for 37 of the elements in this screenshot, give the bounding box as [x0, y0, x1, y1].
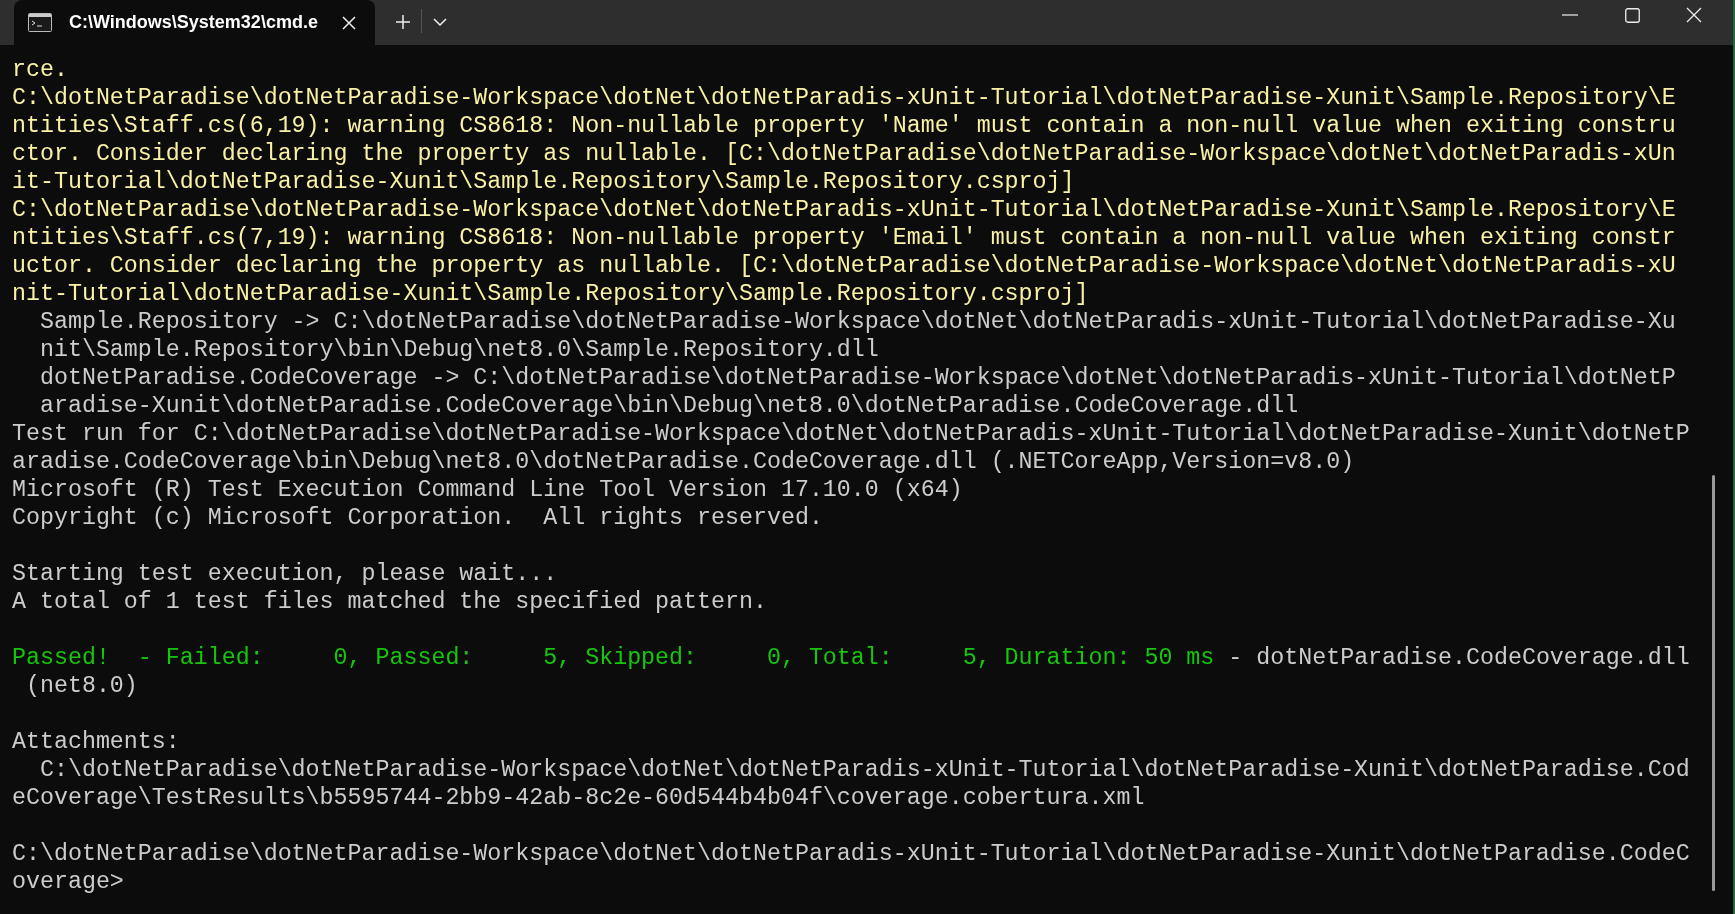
- console-text: aradise.CodeCoverage\bin\Debug\net8.0\dotNetParadise.CodeCoverage.dll (.NETCoreApp,Version=v8.0): [12, 449, 1355, 475]
- tab-title: C:\Windows\System32\cmd.e: [69, 11, 318, 34]
- console-text: dotNetParadise.CodeCoverage -> C:\dotNetParadise\dotNetParadise-Workspace\dotNet\dotNetParadis-xUnit-Tutorial\dotNetP: [38, 365, 1676, 391]
- warning-text: ntities\Staff.cs(6,19): warning CS8618: Non-nullable property 'Name' must contain a non-null value when exiting constru: [12, 113, 1676, 139]
- console-text: C:\dotNetParadise\dotNetParadise-Workspace\dotNet\dotNetParadis-xUnit-Tutorial\dotNetParadise-Xunit\dotNetParadise.CodeC: [12, 841, 1690, 867]
- warning-text: ntities\Staff.cs(7,19): warning CS8618: Non-nullable property 'Email' must contain a non-null value when exiting constr: [12, 225, 1676, 251]
- console-text: A total of 1 test files matched the specified pattern.: [12, 589, 767, 615]
- console-text: C:\dotNetParadise\dotNetParadise-Workspace\dotNet\dotNetParadis-xUnit-Tutorial\dotNetParadise-Xunit\dotNetParadise.Cod: [38, 757, 1690, 783]
- warning-text: C:\dotNetParadise\dotNetParadise-Workspace\dotNet\dotNetParadis-xUnit-Tutorial\dotNetParadise-Xunit\Sample.Repository\E: [12, 85, 1676, 111]
- warning-text: ctor. Consider declaring the property as nullable. [C:\dotNetParadise\dotNetParadise-Workspace\dotNet\dotNetParadis-xUn: [12, 141, 1676, 167]
- close-icon: [342, 15, 356, 30]
- warning-text: C:\dotNetParadise\dotNetParadise-Workspace\dotNet\dotNetParadis-xUnit-Tutorial\dotNetParadise-Xunit\Sample.Repository\E: [12, 197, 1676, 223]
- console-text: Test run for C:\dotNetParadise\dotNetParadise-Workspace\dotNet\dotNetParadis-xUnit-Tutorial\dotNetParadise-Xunit\dotNetP: [12, 421, 1690, 447]
- console-text: aradise-Xunit\dotNetParadise.CodeCoverage\bin\Debug\net8.0\dotNetParadise.CodeCoverage.dll: [38, 393, 1299, 419]
- console-text: Starting test execution, please wait...: [12, 561, 558, 587]
- console-text: (net8.0): [24, 673, 138, 699]
- minimize-icon: [1562, 14, 1578, 16]
- test-result-text: Passed! - Failed: 0, Passed: 5, Skipped: 0, Total: 5, Duration: 50 ms: [12, 645, 1215, 671]
- terminal-tab[interactable]: C:\Windows\System32\cmd.e: [14, 0, 375, 45]
- maximize-icon: [1624, 7, 1640, 23]
- warning-text: it-Tutorial\dotNetParadise-Xunit\Sample.Repository\Sample.Repository.csproj]: [12, 169, 1075, 195]
- console-text: Microsoft (R) Test Execution Command Line Tool Version 17.10.0 (x64): [12, 477, 963, 503]
- warning-text: rce.: [12, 57, 68, 83]
- warning-text: uctor. Consider declaring the property as nullable. [C:\dotNetParadise\dotNetParadise-Workspace\dotNet\dotNetParadis-xU: [12, 253, 1676, 279]
- console-text: Attachments:: [12, 729, 180, 755]
- warning-text: nit-Tutorial\dotNetParadise-Xunit\Sample.Repository\Sample.Repository.csproj]: [12, 281, 1089, 307]
- terminal-icon: [28, 13, 52, 32]
- console-text: - dotNetParadise.CodeCoverage.dll: [1227, 645, 1690, 671]
- plus-icon: [395, 14, 411, 30]
- close-icon: [1686, 7, 1702, 23]
- console-text: Sample.Repository -> C:\dotNetParadise\dotNetParadise-Workspace\dotNet\dotNetParadis-xUnit-Tutorial\dotNetParadise-Xu: [38, 309, 1676, 335]
- console-text: overage>: [12, 869, 124, 895]
- console-text: Copyright (c) Microsoft Corporation. All rights reserved.: [12, 505, 823, 531]
- chevron-down-icon: [433, 18, 447, 26]
- console-text: eCoverage\TestResults\b5595744-2bb9-42ab-8c2e-60d544b4b04f\coverage.cobertura.xml: [12, 785, 1145, 811]
- scrollbar-thumb[interactable]: [1712, 475, 1715, 891]
- console-text: nit\Sample.Repository\bin\Debug\net8.0\Sample.Repository.dll: [38, 337, 879, 363]
